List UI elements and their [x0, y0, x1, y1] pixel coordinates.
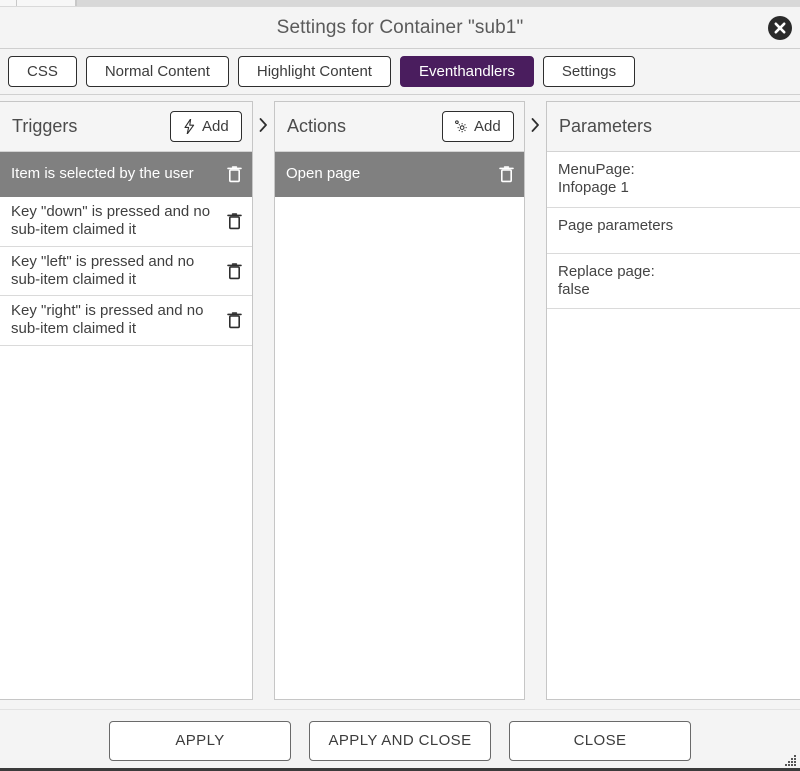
actions-list: Open page — [275, 152, 524, 699]
close-circle-icon — [769, 16, 791, 39]
triggers-list: Item is selected by the user Key "down" … — [0, 152, 252, 699]
trigger-row[interactable]: Item is selected by the user — [0, 152, 252, 197]
actions-parameters-separator[interactable] — [525, 101, 546, 709]
add-trigger-button[interactable]: Add — [170, 111, 242, 142]
parameters-list: MenuPage: Infopage 1 Page parameters Rep… — [547, 152, 800, 699]
delete-trigger-button[interactable] — [224, 260, 244, 282]
background-window-strip — [0, 0, 800, 7]
eventhandlers-body: Triggers Add Item is selected by the use… — [0, 95, 800, 709]
chevron-right-icon — [531, 118, 540, 137]
triggers-actions-separator[interactable] — [253, 101, 274, 709]
triggers-panel-title: Triggers — [12, 116, 78, 136]
delete-action-button[interactable] — [496, 163, 516, 185]
trigger-row[interactable]: Key "down" is pressed and no sub-item cl… — [0, 197, 252, 247]
actions-panel-header: Actions Add — [275, 102, 524, 152]
tab-normal-content[interactable]: Normal Content — [85, 56, 229, 87]
parameters-panel-title: Parameters — [559, 116, 653, 136]
parameter-name: Page parameters — [558, 216, 674, 234]
triggers-panel-header: Triggers Add — [0, 102, 252, 152]
parameter-name: MenuPage: — [558, 161, 635, 178]
trigger-label: Key "down" is pressed and no sub-item cl… — [11, 203, 211, 239]
tab-highlight-content[interactable]: Highlight Content — [237, 56, 391, 87]
parameter-row[interactable]: Page parameters — [547, 208, 800, 254]
dialog-footer: APPLY APPLY AND CLOSE CLOSE — [0, 709, 800, 771]
delete-trigger-button[interactable] — [224, 309, 244, 331]
delete-trigger-button[interactable] — [224, 210, 244, 232]
action-row[interactable]: Open page — [275, 152, 524, 197]
trigger-row[interactable]: Key "right" is pressed and no sub-item c… — [0, 296, 252, 346]
parameters-panel: Parameters MenuPage: Infopage 1 Page par… — [546, 101, 800, 700]
actions-panel: Actions Add Open page — [274, 101, 525, 700]
add-trigger-label: Add — [202, 118, 229, 135]
parameters-panel-header: Parameters — [547, 102, 800, 152]
trigger-label: Item is selected by the user — [11, 164, 194, 182]
tab-bar: CSS Normal Content Highlight Content Eve… — [0, 49, 800, 95]
trigger-label: Key "left" is pressed and no sub-item cl… — [11, 252, 195, 288]
trigger-label: Key "right" is pressed and no sub-item c… — [11, 302, 204, 338]
action-label: Open page — [286, 164, 361, 182]
chevron-right-icon — [259, 118, 268, 137]
actions-panel-title: Actions — [287, 116, 347, 136]
lightning-bolt-icon — [182, 119, 196, 134]
parameter-name: Replace page: — [558, 262, 655, 280]
add-action-label: Add — [474, 118, 501, 135]
close-dialog-button[interactable] — [768, 15, 792, 40]
dialog-titlebar: Settings for Container "sub1" — [0, 7, 800, 49]
close-button[interactable]: CLOSE — [509, 720, 691, 761]
tab-eventhandlers[interactable]: Eventhandlers — [399, 56, 534, 87]
tab-settings[interactable]: Settings — [542, 56, 636, 87]
dialog-title: Settings for Container "sub1" — [276, 16, 524, 38]
settings-dialog: Settings for Container "sub1" CSS Normal… — [0, 0, 800, 771]
add-action-button[interactable]: Add — [442, 111, 514, 142]
apply-button[interactable]: APPLY — [109, 720, 291, 761]
apply-and-close-button[interactable]: APPLY AND CLOSE — [309, 720, 491, 761]
parameter-row[interactable]: Replace page: false — [547, 254, 800, 310]
gear-icon — [454, 119, 468, 134]
trigger-row[interactable]: Key "left" is pressed and no sub-item cl… — [0, 247, 252, 297]
parameter-value: false — [558, 280, 590, 298]
parameter-value: Infopage 1 — [558, 179, 629, 197]
parameter-row[interactable]: MenuPage: Infopage 1 — [547, 152, 800, 208]
delete-trigger-button[interactable] — [224, 163, 244, 185]
triggers-panel: Triggers Add Item is selected by the use… — [0, 101, 253, 700]
tab-css[interactable]: CSS — [8, 56, 77, 87]
resize-grip-icon[interactable] — [784, 754, 797, 767]
